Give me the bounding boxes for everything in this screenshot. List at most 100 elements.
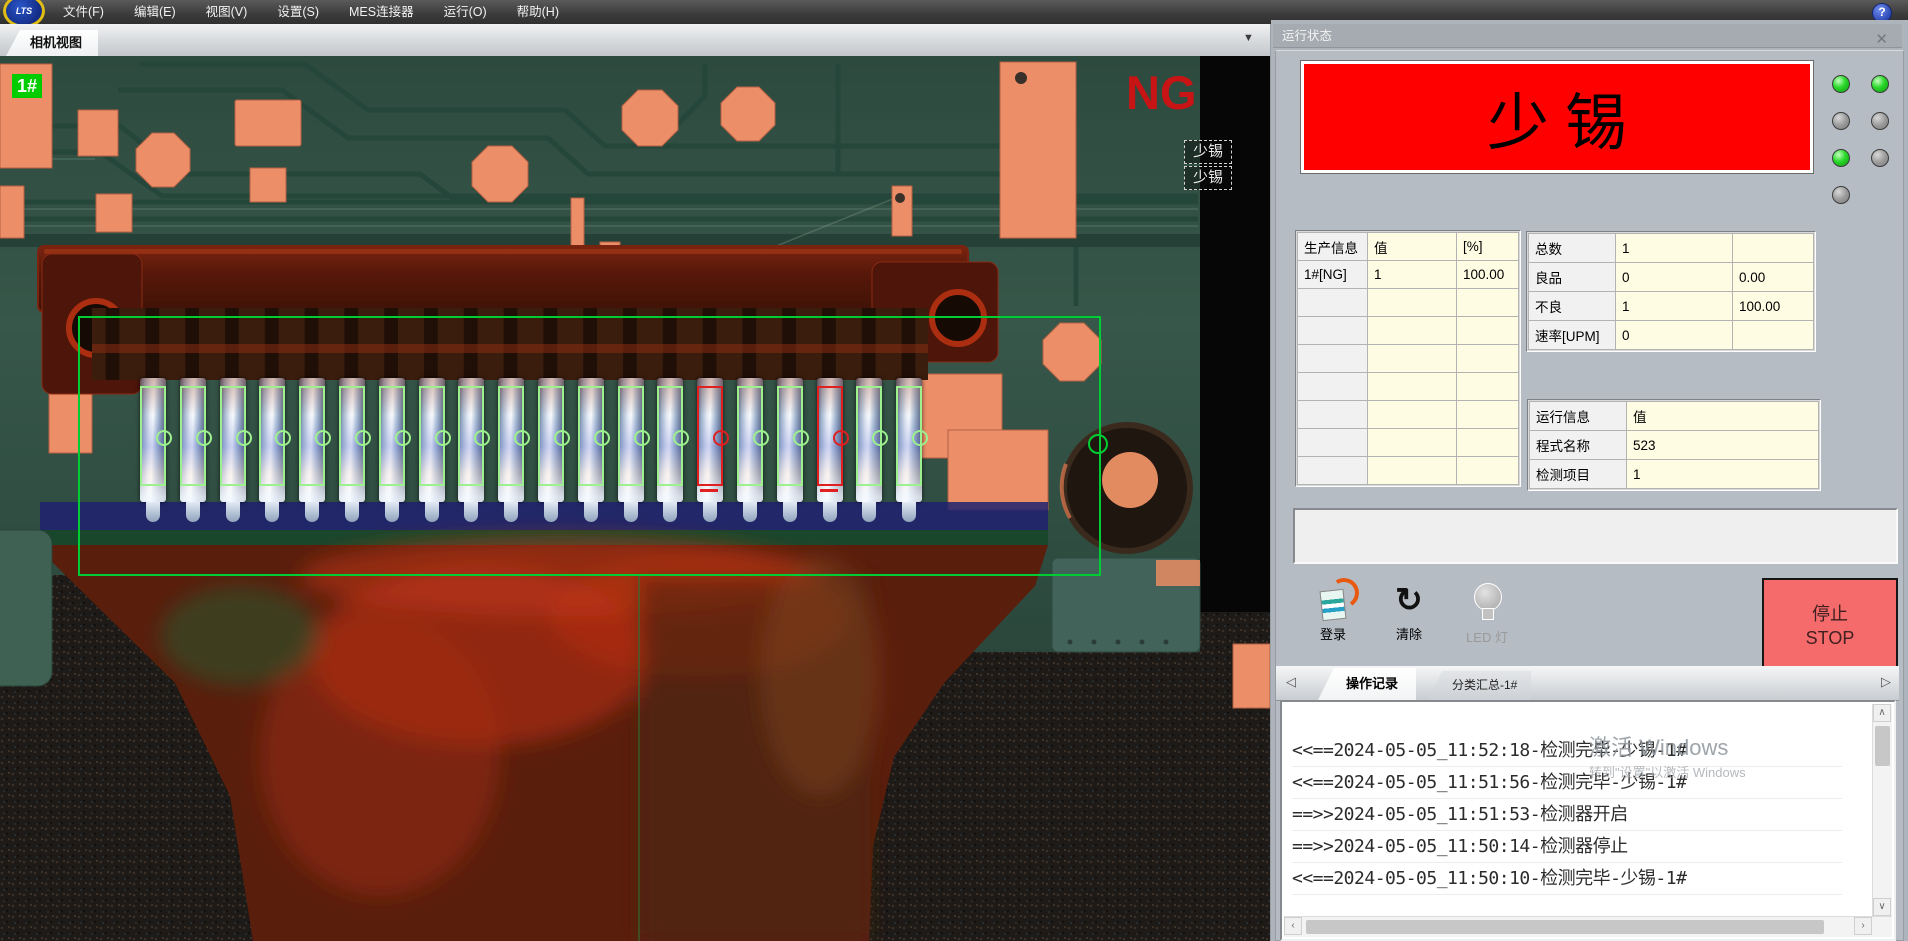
log-entries: <<==2024-05-05_11:52:18-检测完毕-少锡-1#<<==20…	[1282, 702, 1842, 895]
solder-pin-tail	[584, 502, 598, 522]
pin-notch	[634, 430, 650, 446]
pin-notch	[395, 430, 411, 446]
table-row: 总数1	[1529, 234, 1814, 263]
solder-pin-tail	[663, 502, 677, 522]
pin-notch	[514, 430, 530, 446]
log-entry: ==>>2024-05-05_11:51:53-检测器开启	[1292, 799, 1842, 831]
menu-item-1[interactable]: 文件(F)	[48, 0, 119, 24]
status-light-gray	[1832, 112, 1850, 130]
status-light-gray	[1871, 112, 1889, 130]
solder-pin-tail	[902, 502, 916, 522]
solder-pin-tail	[265, 502, 279, 522]
pin-notch	[554, 430, 570, 446]
message-box[interactable]	[1293, 508, 1898, 564]
operation-log-list: <<==2024-05-05_11:52:18-检测完毕-少锡-1#<<==20…	[1280, 700, 1896, 941]
menu-item-7[interactable]: 帮助(H)	[502, 0, 574, 24]
solder-pin-tail	[823, 502, 837, 522]
solder-pin-tail	[862, 502, 876, 522]
menu-item-2[interactable]: 编辑(E)	[119, 0, 191, 24]
run-status-panel: 运行状态 ✕ 少锡 生产信息 值 [%] 1#[NG] 1 100.00 总数1…	[1271, 20, 1908, 941]
status-light-green	[1832, 149, 1850, 167]
menu-item-4[interactable]: 设置(S)	[262, 0, 334, 24]
stop-label-en: STOP	[1806, 626, 1855, 650]
runinfo-table: 运行信息值 程式名称523 检测项目1	[1529, 401, 1819, 489]
scroll-up-icon[interactable]: ∧	[1873, 704, 1891, 722]
ng-tick-mark	[700, 489, 718, 492]
pin-inspection-box	[419, 386, 445, 486]
table-row: 良品00.00	[1529, 263, 1814, 292]
solder-pin-tail	[464, 502, 478, 522]
pin-inspection-box	[259, 386, 285, 486]
led-light-button[interactable]: LED 灯	[1455, 580, 1519, 660]
light-row	[1832, 75, 1889, 93]
scroll-down-icon[interactable]: ∨	[1873, 898, 1891, 916]
bulb-icon	[1474, 583, 1500, 623]
solder-pin-tail	[305, 502, 319, 522]
pin-inspection-box-ng	[697, 386, 723, 486]
windows-activation-watermark: 激活 Windows	[1589, 730, 1728, 762]
pin-inspection-box	[299, 386, 325, 486]
pin-notch	[594, 430, 610, 446]
solder-pin-tail	[226, 502, 240, 522]
tab-scroll-left-icon[interactable]: ◁	[1286, 674, 1296, 690]
pin-notch	[435, 430, 451, 446]
menu-items: 文件(F)编辑(E)视图(V)设置(S)MES连接器运行(O)帮助(H)	[48, 0, 574, 24]
horizontal-scrollbar[interactable]: ‹ ›	[1284, 916, 1892, 937]
tab-scroll-right-icon[interactable]: ▷	[1881, 674, 1891, 690]
chevron-down-icon[interactable]: ▼	[1243, 32, 1254, 44]
defect-tag: 少锡	[1184, 140, 1232, 164]
pin-inspection-box	[538, 386, 564, 486]
production-table: 生产信息 值 [%] 1#[NG] 1 100.00	[1297, 232, 1519, 485]
clear-label: 清除	[1377, 624, 1441, 643]
col-header: 值	[1368, 233, 1457, 261]
table-row	[1298, 401, 1519, 429]
log-entry: <<==2024-05-05_11:50:10-检测完毕-少锡-1#	[1292, 863, 1842, 895]
panel-title: 运行状态	[1282, 29, 1332, 43]
table-row: 不良1100.00	[1529, 292, 1814, 321]
led-label: LED 灯	[1455, 627, 1519, 646]
solder-pin-tail	[186, 502, 200, 522]
pin-inspection-box	[856, 386, 882, 486]
panel-title-bar: 运行状态 ✕	[1273, 24, 1902, 48]
pin-inspection-box	[339, 386, 365, 486]
solder-pin-tail	[425, 502, 439, 522]
status-light-gray	[1871, 149, 1889, 167]
table-row	[1298, 429, 1519, 457]
login-button[interactable]: 登录	[1301, 580, 1365, 660]
log-tab-strip: ◁ 操作记录 分类汇总-1# ▷	[1276, 666, 1899, 701]
stop-label-cn: 停止	[1812, 602, 1848, 626]
table-row	[1298, 289, 1519, 317]
status-light-gray	[1832, 186, 1850, 204]
scroll-left-icon[interactable]: ‹	[1284, 917, 1302, 935]
horizontal-scroll-thumb[interactable]	[1306, 920, 1824, 934]
alarm-banner: 少锡	[1300, 60, 1814, 174]
menu-item-6[interactable]: 运行(O)	[429, 0, 502, 24]
tab-operation-log[interactable]: 操作记录	[1318, 668, 1416, 700]
pin-inspection-box	[498, 386, 524, 486]
tab-camera-view[interactable]: 相机视图	[6, 30, 98, 56]
menu-item-3[interactable]: 视图(V)	[191, 0, 263, 24]
scroll-right-icon[interactable]: ›	[1854, 917, 1872, 935]
vertical-scrollbar[interactable]: ∧ ∨	[1872, 704, 1892, 916]
col-header: 生产信息	[1298, 233, 1368, 261]
clear-button[interactable]: ↻ 清除	[1377, 580, 1441, 660]
table-row	[1298, 457, 1519, 485]
tab-classification-summary[interactable]: 分类汇总-1#	[1428, 671, 1531, 700]
pin-notch	[315, 430, 331, 446]
ng-tick-mark	[820, 489, 838, 492]
menu-item-5[interactable]: MES连接器	[334, 0, 429, 24]
login-label: 登录	[1301, 624, 1365, 643]
close-icon[interactable]: ✕	[1875, 31, 1888, 49]
light-row	[1832, 186, 1889, 204]
solder-pin-tail	[703, 502, 717, 522]
solder-pin-tail	[624, 502, 638, 522]
pin-notch	[793, 430, 809, 446]
status-light-green	[1871, 75, 1889, 93]
camera-live-view: 1# NG 少锡 少锡	[0, 56, 1270, 941]
pin-inspection-box	[458, 386, 484, 486]
stop-button[interactable]: 停止 STOP	[1762, 578, 1898, 674]
windows-activation-watermark-sub: 转到"设置"以激活 Windows	[1589, 762, 1746, 781]
pin-notch	[355, 430, 371, 446]
pin-inspection-box-ng	[817, 386, 843, 486]
vertical-scroll-thumb[interactable]	[1875, 726, 1890, 766]
